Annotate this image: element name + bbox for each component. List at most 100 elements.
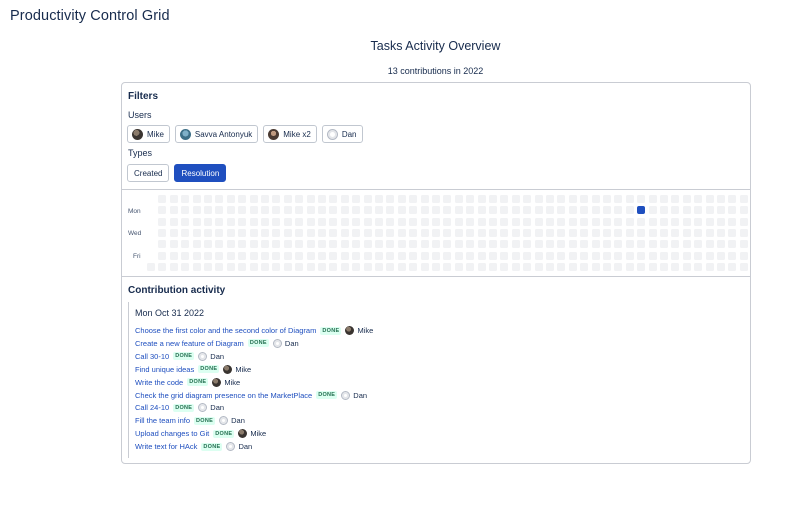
task-link[interactable]: Check the grid diagram presence on the M… (135, 391, 312, 400)
heatmap-cell[interactable] (340, 206, 349, 215)
heatmap-cell[interactable] (306, 195, 315, 203)
heatmap-cell[interactable] (466, 240, 475, 249)
heatmap-cell[interactable] (363, 251, 372, 260)
heatmap-cell[interactable] (306, 206, 315, 215)
heatmap-cell[interactable] (591, 240, 600, 249)
heatmap-cell[interactable] (318, 217, 326, 226)
task-link[interactable]: Choose the first color and the second co… (135, 326, 316, 335)
heatmap-cell[interactable] (511, 240, 520, 249)
heatmap-cell[interactable] (705, 262, 714, 271)
heatmap-cell[interactable] (580, 195, 589, 203)
heatmap-cell[interactable] (739, 195, 748, 203)
heatmap-cell[interactable] (215, 195, 224, 203)
heatmap-cell[interactable] (477, 262, 486, 271)
heatmap-cell[interactable] (215, 251, 224, 260)
heatmap-cell[interactable] (295, 195, 304, 203)
heatmap-cell[interactable] (511, 206, 520, 215)
heatmap-cell[interactable] (329, 228, 338, 237)
heatmap-cell[interactable] (694, 228, 703, 237)
user-filter-mike-x2[interactable]: Mike x2 (263, 125, 317, 143)
heatmap-cell[interactable] (192, 217, 201, 226)
heatmap-cell[interactable] (375, 262, 383, 271)
heatmap-cell[interactable] (523, 251, 532, 260)
heatmap-cell[interactable] (682, 206, 691, 215)
heatmap-cell[interactable] (682, 195, 691, 203)
heatmap-cell[interactable] (546, 251, 554, 260)
heatmap-cell[interactable] (671, 251, 680, 260)
heatmap-cell[interactable] (637, 195, 646, 203)
heatmap-cell[interactable] (352, 206, 361, 215)
heatmap-cell[interactable] (534, 228, 543, 237)
heatmap-cell[interactable] (386, 228, 395, 237)
heatmap-cell[interactable] (500, 206, 509, 215)
heatmap-cell[interactable] (580, 262, 589, 271)
heatmap-cell[interactable] (603, 195, 611, 203)
heatmap-cell[interactable] (329, 251, 338, 260)
heatmap-cell[interactable] (272, 251, 281, 260)
heatmap-cell[interactable] (226, 228, 235, 237)
heatmap-cell[interactable] (409, 251, 418, 260)
heatmap-cell[interactable] (523, 262, 532, 271)
heatmap-cell[interactable] (352, 240, 361, 249)
heatmap-cell[interactable] (192, 206, 201, 215)
heatmap-cell[interactable] (489, 262, 497, 271)
heatmap-cell[interactable] (625, 240, 634, 249)
heatmap-cell[interactable] (603, 262, 611, 271)
heatmap-cell[interactable] (511, 228, 520, 237)
heatmap-cell[interactable] (671, 228, 680, 237)
heatmap-cell[interactable] (671, 217, 680, 226)
heatmap-cell[interactable] (226, 206, 235, 215)
heatmap-cell[interactable] (420, 228, 429, 237)
task-link[interactable]: Call 24-10 (135, 403, 169, 412)
heatmap-cell[interactable] (454, 228, 463, 237)
heatmap-cell[interactable] (568, 240, 577, 249)
heatmap-cell[interactable] (204, 262, 212, 271)
heatmap-cell[interactable] (625, 262, 634, 271)
heatmap-cell[interactable] (637, 228, 646, 237)
heatmap-cell[interactable] (226, 262, 235, 271)
heatmap-cell[interactable] (192, 195, 201, 203)
heatmap-cell[interactable] (511, 195, 520, 203)
heatmap-cell[interactable] (660, 228, 668, 237)
heatmap-cell[interactable] (204, 195, 212, 203)
heatmap-cell[interactable] (249, 217, 258, 226)
heatmap-cell[interactable] (238, 262, 247, 271)
heatmap-cell[interactable] (682, 217, 691, 226)
heatmap-cell[interactable] (420, 262, 429, 271)
heatmap-cell[interactable] (557, 217, 566, 226)
heatmap-cell[interactable] (603, 206, 611, 215)
heatmap-cell[interactable] (614, 217, 623, 226)
heatmap-cell[interactable] (397, 240, 406, 249)
heatmap-cell[interactable] (420, 206, 429, 215)
heatmap-cell[interactable] (489, 240, 497, 249)
heatmap-cell[interactable] (363, 240, 372, 249)
task-link[interactable]: Fill the team info (135, 416, 190, 425)
heatmap-cell[interactable] (637, 251, 646, 260)
heatmap-cell[interactable] (739, 228, 748, 237)
heatmap-cell[interactable] (625, 228, 634, 237)
heatmap-cell[interactable] (717, 217, 725, 226)
heatmap-cell[interactable] (728, 251, 737, 260)
heatmap-cell[interactable] (603, 240, 611, 249)
heatmap-cell[interactable] (500, 217, 509, 226)
heatmap-cell[interactable] (238, 195, 247, 203)
user-filter-dan[interactable]: Dan (321, 125, 363, 143)
task-link[interactable]: Find unique ideas (135, 365, 194, 374)
heatmap-cell[interactable] (363, 262, 372, 271)
heatmap-cell[interactable] (432, 251, 440, 260)
heatmap-cell[interactable] (181, 240, 190, 249)
heatmap-cell[interactable] (306, 262, 315, 271)
heatmap-cell[interactable] (397, 251, 406, 260)
heatmap-cell[interactable] (375, 195, 383, 203)
heatmap-cell[interactable] (352, 217, 361, 226)
heatmap-cell[interactable] (432, 206, 440, 215)
heatmap-cell[interactable] (477, 228, 486, 237)
heatmap-cell[interactable] (204, 217, 212, 226)
heatmap-cell[interactable] (226, 240, 235, 249)
heatmap-cell[interactable] (192, 262, 201, 271)
heatmap-cell[interactable] (466, 228, 475, 237)
heatmap-cell[interactable] (295, 206, 304, 215)
heatmap-cell[interactable] (580, 206, 589, 215)
heatmap-cell[interactable] (705, 228, 714, 237)
heatmap-cell[interactable] (511, 262, 520, 271)
